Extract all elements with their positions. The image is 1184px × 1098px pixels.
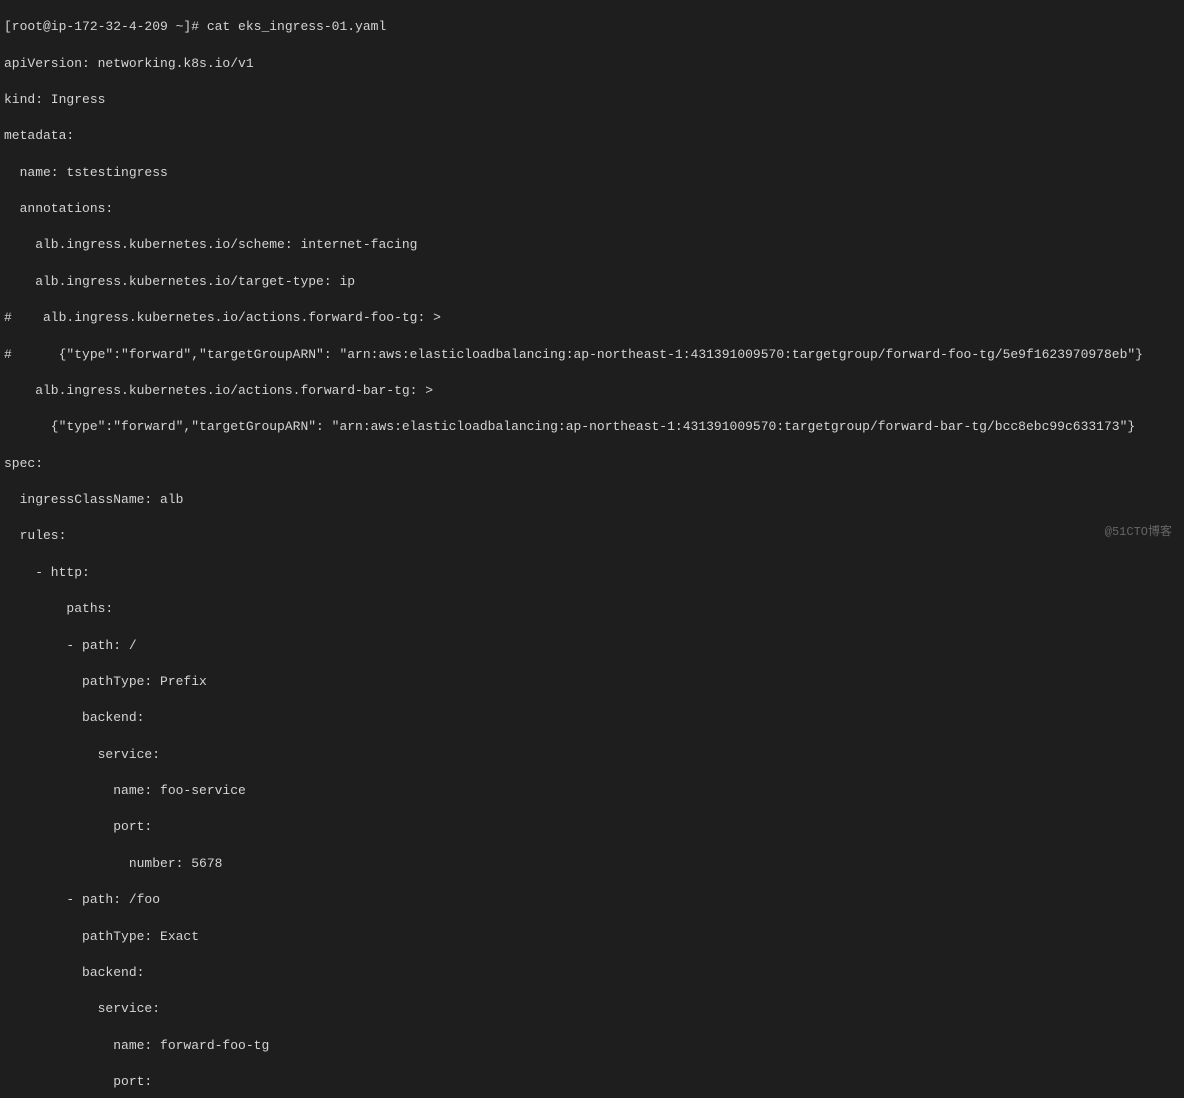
terminal-line: [root@ip-172-32-4-209 ~]# cat eks_ingres… [4,18,1180,36]
terminal-line: pathType: Prefix [4,673,1180,691]
terminal-line: alb.ingress.kubernetes.io/target-type: i… [4,273,1180,291]
terminal-output: [root@ip-172-32-4-209 ~]# cat eks_ingres… [0,0,1184,1098]
terminal-line: # {"type":"forward","targetGroupARN": "a… [4,346,1180,364]
terminal-line: number: 5678 [4,855,1180,873]
terminal-line: # alb.ingress.kubernetes.io/actions.forw… [4,309,1180,327]
terminal-line: alb.ingress.kubernetes.io/actions.forwar… [4,382,1180,400]
terminal-line: annotations: [4,200,1180,218]
terminal-line: {"type":"forward","targetGroupARN": "arn… [4,418,1180,436]
terminal-line: pathType: Exact [4,928,1180,946]
terminal-line: rules: [4,527,1180,545]
terminal-line: alb.ingress.kubernetes.io/scheme: intern… [4,236,1180,254]
terminal-line: metadata: [4,127,1180,145]
terminal-line: apiVersion: networking.k8s.io/v1 [4,55,1180,73]
terminal-line: - http: [4,564,1180,582]
terminal-line: - path: /foo [4,891,1180,909]
terminal-line: port: [4,818,1180,836]
watermark-label: @51CTO博客 [1105,524,1172,541]
terminal-line: port: [4,1073,1180,1091]
terminal-line: service: [4,746,1180,764]
terminal-line: paths: [4,600,1180,618]
terminal-line: name: foo-service [4,782,1180,800]
terminal-line: name: tstestingress [4,164,1180,182]
terminal-line: - path: / [4,637,1180,655]
terminal-line: backend: [4,709,1180,727]
terminal-line: spec: [4,455,1180,473]
terminal-line: kind: Ingress [4,91,1180,109]
terminal-line: service: [4,1000,1180,1018]
terminal-line: ingressClassName: alb [4,491,1180,509]
terminal-line: name: forward-foo-tg [4,1037,1180,1055]
terminal-line: backend: [4,964,1180,982]
